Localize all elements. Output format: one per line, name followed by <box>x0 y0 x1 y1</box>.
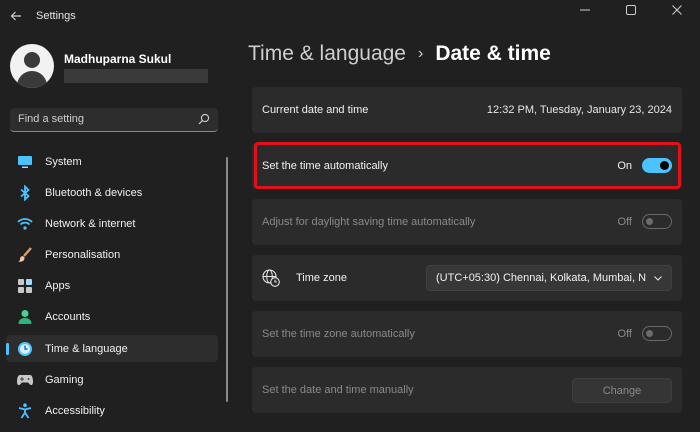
sidebar-item-time-language[interactable]: Time & language <box>6 335 218 363</box>
sidebar-item-label: Apps <box>45 280 71 293</box>
set-time-auto-card: Set the time automatically On <box>252 143 682 189</box>
sidebar-scrollbar[interactable] <box>226 157 228 402</box>
sidebar-item-label: Bluetooth & devices <box>45 186 143 199</box>
back-button[interactable] <box>4 4 28 28</box>
user-profile[interactable]: Madhuparna Sukul <box>10 44 208 88</box>
window-controls <box>562 0 700 20</box>
chevron-down-icon <box>654 276 662 281</box>
breadcrumb-parent[interactable]: Time & language <box>248 42 406 66</box>
sidebar-item-system[interactable]: System <box>6 148 218 175</box>
search-box[interactable] <box>10 108 218 132</box>
minimize-button[interactable] <box>562 0 608 20</box>
set-manually-label: Set the date and time manually <box>262 384 414 396</box>
time-zone-value: (UTC+05:30) Chennai, Kolkata, Mumbai, Ne… <box>436 272 646 284</box>
sidebar: Madhuparna Sukul System Bluetooth & devi… <box>0 32 232 432</box>
monitor-icon <box>17 154 33 170</box>
sidebar-item-label: Accessibility <box>45 405 105 417</box>
page-title: Date & time <box>435 42 551 65</box>
time-zone-dropdown[interactable]: (UTC+05:30) Chennai, Kolkata, Mumbai, Ne… <box>426 265 672 291</box>
set-timezone-auto-card: Set the time zone automatically Off <box>252 311 682 357</box>
wifi-icon <box>17 216 33 232</box>
sidebar-item-network[interactable]: Network & internet <box>6 210 218 237</box>
current-datetime-value: 12:32 PM, Tuesday, January 23, 2024 <box>486 104 672 116</box>
set-time-auto-state: On <box>617 160 632 172</box>
close-button[interactable] <box>654 0 700 20</box>
time-zone-label: Time zone <box>296 272 347 284</box>
sidebar-item-accounts[interactable]: Accounts <box>6 304 218 331</box>
search-input[interactable] <box>18 108 188 130</box>
set-time-auto-label: Set the time automatically <box>262 160 388 172</box>
clock-globe-icon <box>17 341 33 357</box>
time-zone-card: Time zone (UTC+05:30) Chennai, Kolkata, … <box>252 255 682 301</box>
sidebar-item-label: Accounts <box>45 311 91 324</box>
sidebar-item-label: Gaming <box>45 373 84 386</box>
app-title: Settings <box>36 10 76 22</box>
bluetooth-icon <box>17 184 33 201</box>
set-timezone-auto-state: Off <box>617 328 632 340</box>
set-time-auto-toggle[interactable] <box>642 158 672 173</box>
set-manually-card: Set the date and time manually Change <box>252 367 682 413</box>
current-datetime-card: Current date and time 12:32 PM, Tuesday,… <box>252 87 682 133</box>
daylight-saving-toggle[interactable] <box>642 214 672 229</box>
sidebar-item-apps[interactable]: Apps <box>6 273 218 300</box>
accessibility-icon <box>17 403 33 419</box>
minimize-icon <box>580 9 590 11</box>
search-icon <box>198 113 210 125</box>
sidebar-item-label: Personalisation <box>45 249 121 262</box>
gamepad-icon <box>17 372 33 388</box>
sidebar-item-label: Network & internet <box>45 217 136 230</box>
sidebar-item-gaming[interactable]: Gaming <box>6 366 218 393</box>
brush-icon <box>17 247 33 263</box>
profile-name: Madhuparna Sukul <box>64 52 172 66</box>
sidebar-item-personalisation[interactable]: Personalisation <box>6 242 218 269</box>
profile-email-redacted <box>64 69 208 83</box>
avatar <box>10 44 54 88</box>
maximize-icon <box>626 5 636 15</box>
maximize-button[interactable] <box>608 0 654 20</box>
daylight-saving-state: Off <box>617 216 632 228</box>
set-timezone-auto-label: Set the time zone automatically <box>262 328 415 340</box>
sidebar-nav: System Bluetooth & devices Network & int… <box>6 148 218 429</box>
breadcrumb-separator: › <box>417 45 424 62</box>
sidebar-item-label: System <box>45 155 82 168</box>
back-arrow-icon <box>10 11 21 21</box>
breadcrumb: Time & language › Date & time <box>248 42 551 66</box>
person-icon <box>17 309 33 325</box>
title-bar: Settings <box>0 0 700 32</box>
change-button[interactable]: Change <box>572 378 672 403</box>
sidebar-item-bluetooth[interactable]: Bluetooth & devices <box>6 179 218 206</box>
sidebar-item-label: Time & language <box>45 342 128 355</box>
daylight-saving-card: Adjust for daylight saving time automati… <box>252 199 682 245</box>
daylight-saving-label: Adjust for daylight saving time automati… <box>262 216 476 228</box>
apps-icon <box>17 278 33 294</box>
globe-clock-icon <box>262 269 280 287</box>
current-datetime-label: Current date and time <box>262 104 369 116</box>
close-icon <box>672 5 682 15</box>
set-timezone-auto-toggle[interactable] <box>642 326 672 341</box>
sidebar-item-accessibility[interactable]: Accessibility <box>6 398 218 425</box>
